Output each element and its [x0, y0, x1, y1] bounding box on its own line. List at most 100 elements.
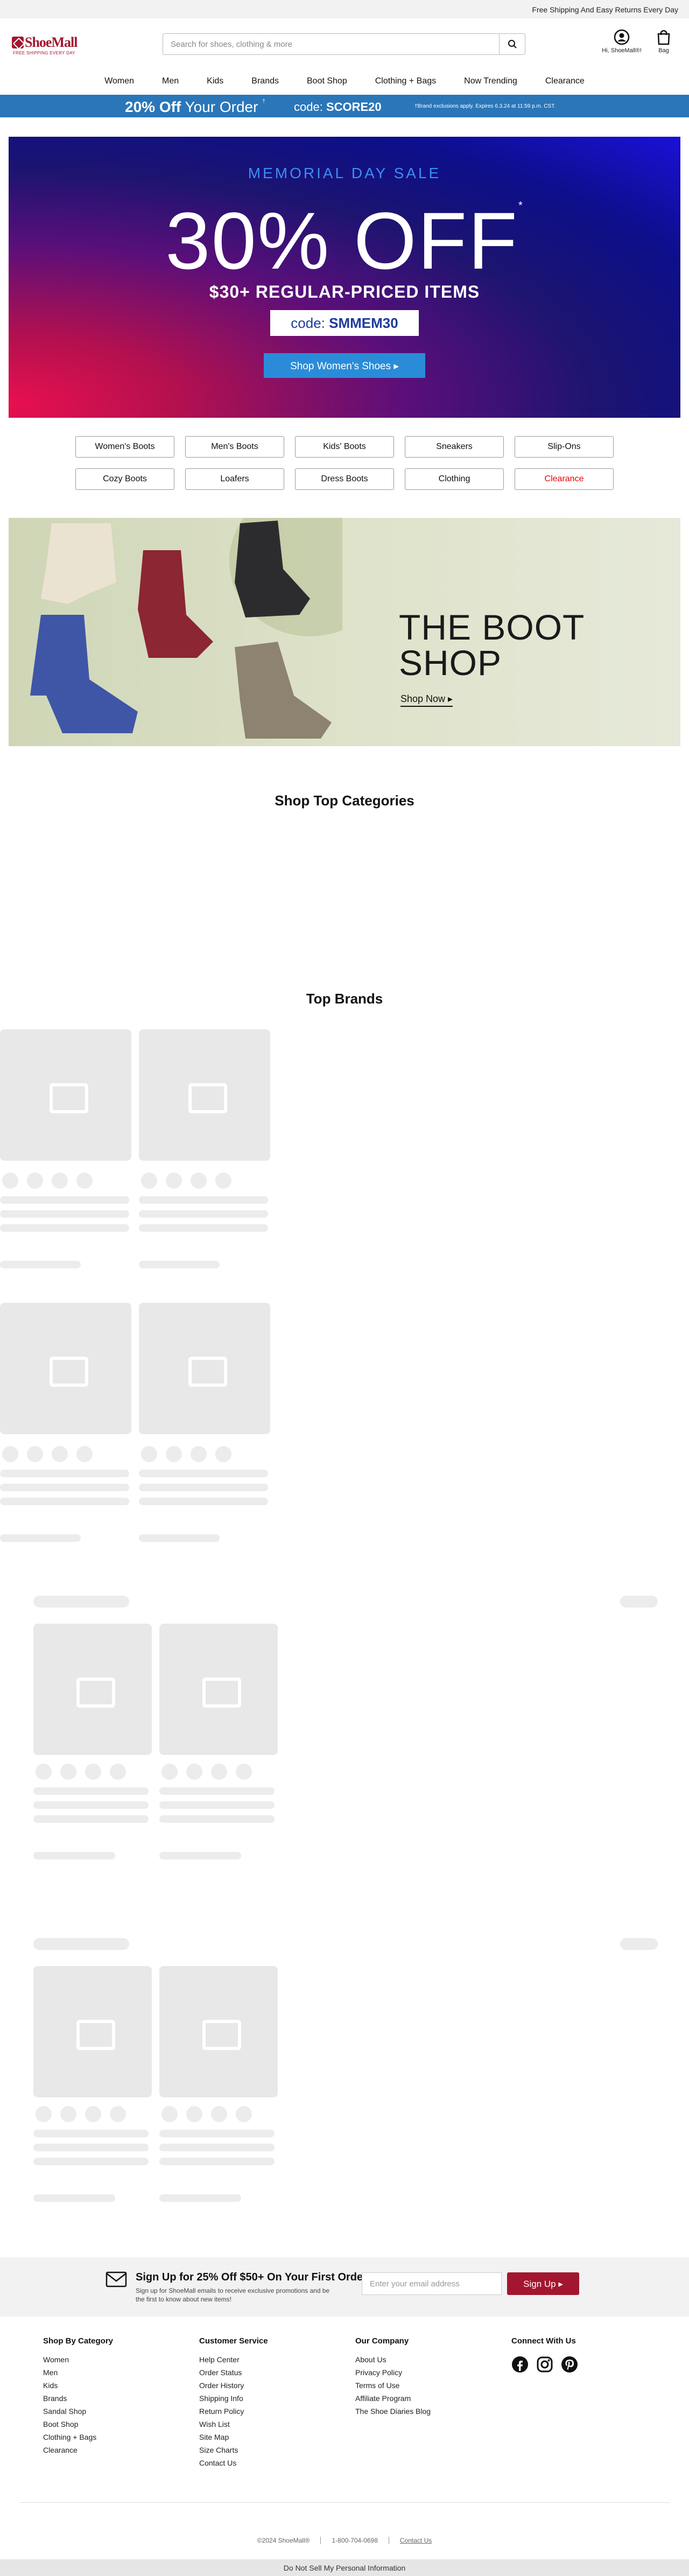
swatch-placeholder — [141, 1446, 157, 1462]
footer-link-shipping-info[interactable]: Shipping Info — [199, 2392, 268, 2405]
boot-shop-banner[interactable]: THE BOOT SHOP Shop Now ▸ — [9, 518, 680, 746]
footer-link-clothing-bags[interactable]: Clothing + Bags — [43, 2431, 113, 2444]
footer-link-return-policy[interactable]: Return Policy — [199, 2405, 268, 2418]
swatch-placeholder — [186, 2106, 202, 2122]
footer-link-clearance[interactable]: Clearance — [43, 2444, 113, 2456]
signup-description: Sign up for ShoeMall emails to receive e… — [136, 2287, 330, 2303]
footer-link-men[interactable]: Men — [43, 2366, 113, 2379]
footer-connect: Connect With Us — [511, 2336, 576, 2353]
swatch-placeholder — [36, 1764, 52, 1780]
swatch-placeholder — [215, 1173, 231, 1189]
text-line-placeholder — [33, 2194, 115, 2202]
pill-loafers[interactable]: Loafers — [185, 468, 284, 490]
shop-womens-shoes-button[interactable]: Shop Women's Shoes ▸ — [264, 353, 425, 378]
phone-number[interactable]: 1-800-704-0698 — [321, 2537, 389, 2544]
facebook-icon[interactable] — [511, 2356, 529, 2373]
swatch-placeholder — [85, 1764, 101, 1780]
hero-code-box: code: SMMEM30 — [270, 310, 419, 336]
pill-clearance[interactable]: Clearance — [515, 468, 614, 490]
product-image-placeholder — [159, 1624, 278, 1755]
shoemall-logo[interactable]: ShoeMall FREE SHIPPING EVERY DAY — [12, 34, 98, 56]
do-not-sell-link[interactable]: Do Not Sell My Personal Information — [284, 2564, 405, 2572]
shopping-bag-icon — [657, 30, 670, 45]
promo-code-prefix: code: — [294, 100, 326, 114]
footer-link-women[interactable]: Women — [43, 2353, 113, 2366]
pinterest-icon[interactable] — [561, 2356, 578, 2373]
promo-offer-rest: Your Order — [181, 99, 258, 115]
product-image-placeholder — [159, 1966, 278, 2097]
pill-kids-boots[interactable]: Kids' Boots — [295, 436, 394, 458]
swatch-placeholder — [60, 1764, 76, 1780]
nav-brands[interactable]: Brands — [251, 72, 279, 90]
footer-link-contact-us[interactable]: Contact Us — [199, 2456, 268, 2469]
pill-slip-ons[interactable]: Slip-Ons — [515, 436, 614, 458]
text-line-placeholder — [0, 1196, 129, 1204]
pill-cozy-boots[interactable]: Cozy Boots — [75, 468, 174, 490]
pill-clothing[interactable]: Clothing — [405, 468, 504, 490]
sign-up-button[interactable]: Sign Up ▸ — [507, 2272, 579, 2295]
footer-link-sandal-shop[interactable]: Sandal Shop — [43, 2405, 113, 2418]
nav-women[interactable]: Women — [104, 72, 134, 90]
footer-link-about-us[interactable]: About Us — [355, 2353, 431, 2366]
footer-link-terms-of-use[interactable]: Terms of Use — [355, 2379, 431, 2392]
carousel-title-placeholder — [33, 1596, 129, 1608]
email-field[interactable] — [362, 2272, 502, 2295]
footer-link-order-history[interactable]: Order History — [199, 2379, 268, 2392]
pill-sneakers[interactable]: Sneakers — [405, 436, 504, 458]
nav-men[interactable]: Men — [162, 72, 179, 90]
text-line-placeholder — [139, 1224, 268, 1232]
search-button[interactable] — [499, 34, 525, 54]
top-announcement-bar: Free Shipping And Easy Returns Every Day — [0, 0, 689, 18]
free-shipping-message: Free Shipping And Easy Returns Every Day — [532, 5, 678, 14]
text-line-placeholder — [139, 1210, 268, 1218]
swatch-placeholder — [166, 1446, 182, 1462]
pill-mens-boots[interactable]: Men's Boots — [185, 436, 284, 458]
pill-womens-boots[interactable]: Women's Boots — [75, 436, 174, 458]
text-line-placeholder — [0, 1261, 81, 1268]
hero-subhead: $30+ REGULAR-PRICED ITEMS — [209, 282, 480, 301]
footer-column-title: Connect With Us — [511, 2336, 576, 2346]
nav-boot-shop[interactable]: Boot Shop — [307, 72, 347, 90]
footer-divider — [19, 2502, 670, 2503]
footer-link-kids[interactable]: Kids — [43, 2379, 113, 2392]
promo-banner[interactable]: 20% Off Your Order † code: SCORE20 †Bran… — [0, 95, 689, 117]
footer-link-brands[interactable]: Brands — [43, 2392, 113, 2405]
hero-headline-text: 30% OFF — [165, 195, 519, 286]
footer-contact-link[interactable]: Contact Us — [389, 2537, 442, 2544]
search-input[interactable] — [163, 34, 499, 54]
text-line-placeholder — [33, 2130, 149, 2137]
text-line-placeholder — [159, 2194, 241, 2202]
nav-clothing-bags[interactable]: Clothing + Bags — [375, 72, 436, 90]
nav-clearance[interactable]: Clearance — [545, 72, 585, 90]
nav-kids[interactable]: Kids — [207, 72, 223, 90]
footer-link-privacy-policy[interactable]: Privacy Policy — [355, 2366, 431, 2379]
swatch-placeholder — [211, 2106, 227, 2122]
main-navigation: Women Men Kids Brands Boot Shop Clothing + Ba… — [0, 72, 689, 92]
pill-dress-boots[interactable]: Dress Boots — [295, 468, 394, 490]
footer-link-help-center[interactable]: Help Center — [199, 2353, 268, 2366]
text-line-placeholder — [159, 1787, 275, 1795]
footer-link-order-status[interactable]: Order Status — [199, 2366, 268, 2379]
footer-link-boot-shop[interactable]: Boot Shop — [43, 2418, 113, 2431]
text-line-placeholder — [0, 1498, 129, 1505]
account-button[interactable]: Hi, ShoeMall®! — [597, 29, 646, 61]
text-line-placeholder — [159, 2158, 275, 2165]
swatch-placeholder — [166, 1173, 182, 1189]
boot-shop-cta[interactable]: Shop Now ▸ — [400, 693, 453, 707]
memorial-day-hero[interactable]: MEMORIAL DAY SALE 30% OFF* $30+ REGULAR-… — [9, 137, 680, 418]
footer-link-affiliate-program[interactable]: Affiliate Program — [355, 2392, 431, 2405]
footer-link-site-map[interactable]: Site Map — [199, 2431, 268, 2444]
hero-headline-mark: * — [518, 200, 524, 212]
text-line-placeholder — [159, 1801, 275, 1809]
instagram-icon[interactable] — [536, 2356, 553, 2373]
nav-now-trending[interactable]: Now Trending — [464, 72, 517, 90]
footer-link-wish-list[interactable]: Wish List — [199, 2418, 268, 2431]
footer-link-shoe-diaries-blog[interactable]: The Shoe Diaries Blog — [355, 2405, 431, 2418]
search-bar — [163, 33, 525, 55]
boots-image — [30, 518, 342, 739]
bag-button[interactable]: Bag — [650, 29, 677, 61]
promo-code: code: SCORE20 — [294, 100, 382, 114]
footer-link-size-charts[interactable]: Size Charts — [199, 2444, 268, 2456]
swatch-placeholder — [110, 1764, 126, 1780]
carousel-link-placeholder — [620, 1938, 658, 1950]
